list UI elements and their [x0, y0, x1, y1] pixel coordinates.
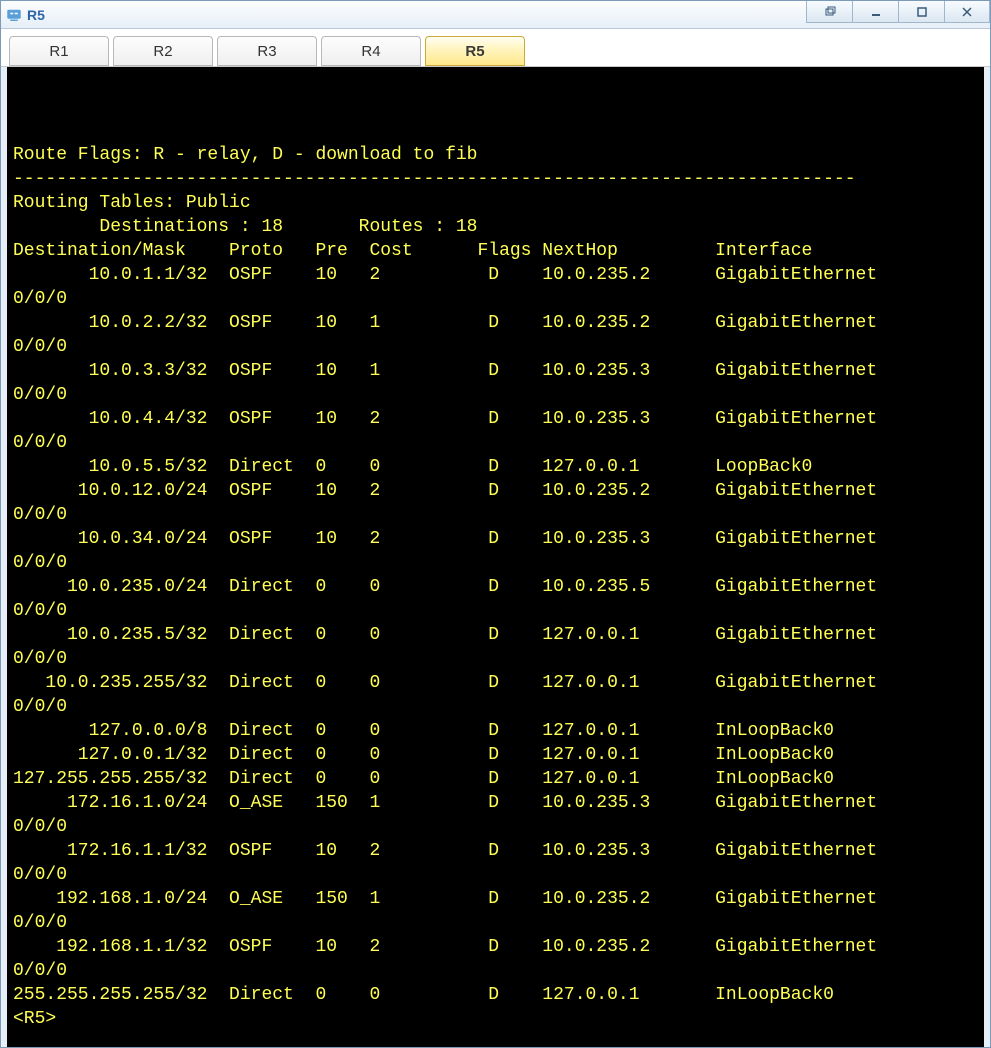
destinations-line: Destinations : 18 Routes : 18 [13, 215, 980, 239]
route-row: 10.0.2.2/32 OSPF 10 1 D 10.0.235.2 Gigab… [13, 311, 980, 335]
route-row: 172.16.1.1/32 OSPF 10 2 D 10.0.235.3 Gig… [13, 839, 980, 863]
route-row: 172.16.1.0/24 O_ASE 150 1 D 10.0.235.3 G… [13, 791, 980, 815]
tab-r3[interactable]: R3 [217, 36, 317, 66]
route-row: 10.0.235.5/32 Direct 0 0 D 127.0.0.1 Gig… [13, 623, 980, 647]
tab-label: R5 [465, 43, 484, 60]
tab-label: R2 [153, 43, 172, 60]
route-row: 10.0.34.0/24 OSPF 10 2 D 10.0.235.3 Giga… [13, 527, 980, 551]
route-row: 192.168.1.1/32 OSPF 10 2 D 10.0.235.2 Gi… [13, 935, 980, 959]
route-row: 10.0.1.1/32 OSPF 10 2 D 10.0.235.2 Gigab… [13, 263, 980, 287]
route-row: 10.0.4.4/32 OSPF 10 2 D 10.0.235.3 Gigab… [13, 407, 980, 431]
dash-line: ----------------------------------------… [13, 167, 980, 191]
window-controls [806, 1, 990, 28]
route-row-wrap: 0/0/0 [13, 335, 980, 359]
maximize-button[interactable] [898, 1, 944, 23]
route-row: 127.0.0.1/32 Direct 0 0 D 127.0.0.1 InLo… [13, 743, 980, 767]
tab-r1[interactable]: R1 [9, 36, 109, 66]
minimize-button[interactable] [852, 1, 898, 23]
route-row-wrap: 0/0/0 [13, 863, 980, 887]
route-row: 127.0.0.0/8 Direct 0 0 D 127.0.0.1 InLoo… [13, 719, 980, 743]
route-row: 10.0.3.3/32 OSPF 10 1 D 10.0.235.3 Gigab… [13, 359, 980, 383]
route-row-wrap: 0/0/0 [13, 959, 980, 983]
app-window: R5 R1 R2 R3 R4 R5 Route Flags: R - relay, D … [0, 0, 991, 1048]
tab-label: R1 [49, 43, 68, 60]
route-row-wrap: 0/0/0 [13, 815, 980, 839]
route-row-wrap: 0/0/0 [13, 503, 980, 527]
tabstrip: R1 R2 R3 R4 R5 [1, 29, 990, 67]
terminal-prompt: <R5> [13, 1007, 980, 1031]
route-row: 10.0.235.0/24 Direct 0 0 D 10.0.235.5 Gi… [13, 575, 980, 599]
table-header: Destination/Mask Proto Pre Cost Flags Ne… [13, 239, 980, 263]
tab-label: R4 [361, 43, 380, 60]
tab-r5[interactable]: R5 [425, 36, 525, 66]
routing-tables-line: Routing Tables: Public [13, 191, 980, 215]
route-row-wrap: 0/0/0 [13, 599, 980, 623]
window-title: R5 [27, 7, 806, 23]
route-flags-line: Route Flags: R - relay, D - download to … [13, 143, 980, 167]
route-row-wrap: 0/0/0 [13, 287, 980, 311]
route-row-wrap: 0/0/0 [13, 911, 980, 935]
route-row: 127.255.255.255/32 Direct 0 0 D 127.0.0.… [13, 767, 980, 791]
route-row: 192.168.1.0/24 O_ASE 150 1 D 10.0.235.2 … [13, 887, 980, 911]
tab-label: R3 [257, 43, 276, 60]
route-row-wrap: 0/0/0 [13, 647, 980, 671]
route-row: 10.0.12.0/24 OSPF 10 2 D 10.0.235.2 Giga… [13, 479, 980, 503]
restore-button[interactable] [806, 1, 852, 23]
tab-r4[interactable]: R4 [321, 36, 421, 66]
route-row-wrap: 0/0/0 [13, 383, 980, 407]
tab-r2[interactable]: R2 [113, 36, 213, 66]
terminal-output[interactable]: Route Flags: R - relay, D - download to … [1, 67, 990, 1047]
route-row-wrap: 0/0/0 [13, 431, 980, 455]
titlebar: R5 [1, 1, 990, 29]
route-row: 255.255.255.255/32 Direct 0 0 D 127.0.0.… [13, 983, 980, 1007]
app-icon [5, 6, 23, 24]
route-row: 10.0.5.5/32 Direct 0 0 D 127.0.0.1 LoopB… [13, 455, 980, 479]
route-row: 10.0.235.255/32 Direct 0 0 D 127.0.0.1 G… [13, 671, 980, 695]
route-row-wrap: 0/0/0 [13, 695, 980, 719]
route-row-wrap: 0/0/0 [13, 551, 980, 575]
close-button[interactable] [944, 1, 990, 23]
